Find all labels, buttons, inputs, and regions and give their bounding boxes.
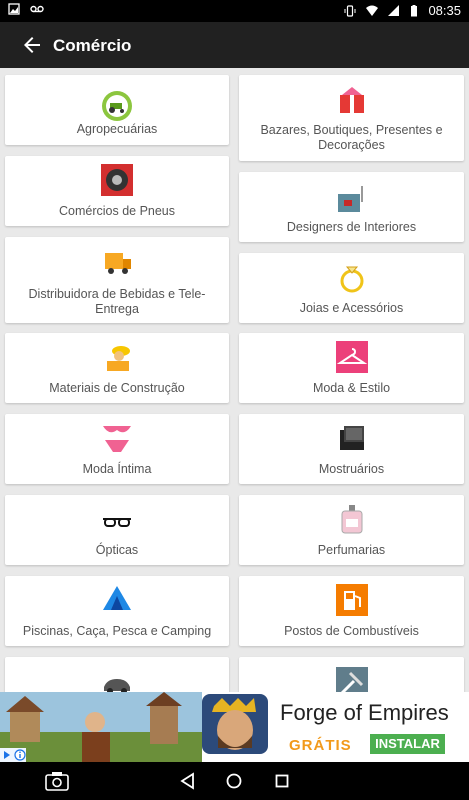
fuel-pump-icon [335, 584, 368, 616]
category-card-piscinas-caca-pesca-camping[interactable]: Piscinas, Caça, Pesca e Camping [5, 576, 229, 646]
status-bar: 08:35 [0, 0, 469, 22]
ad-banner[interactable]: Forge of Empires GRÁTIS INSTALAR [0, 692, 469, 762]
category-card-agropecuarias[interactable]: Agropecuárias [5, 75, 229, 145]
category-card-mostruarios[interactable]: Mostruários [239, 414, 464, 484]
ring-icon [340, 266, 363, 293]
category-grid: Agropecuárias Comércios de Pneus Distrib… [0, 68, 469, 692]
category-label: Mostruários [318, 462, 385, 476]
category-label: Perfumarias [317, 543, 386, 557]
ad-title: Forge of Empires [280, 700, 449, 725]
ad-free-label: GRÁTIS [289, 737, 352, 754]
hanger-icon [335, 341, 368, 373]
category-card-joias-e-acessorios[interactable]: Joias e Acessórios [239, 253, 464, 323]
category-card-bazares-boutiques[interactable]: Bazares, Boutiques, Presentes e Decoraçõ… [239, 75, 464, 161]
nav-back-icon[interactable] [178, 771, 198, 791]
category-card-designers-de-interiores[interactable]: Designers de Interiores [239, 172, 464, 242]
interior-room-icon [337, 186, 363, 212]
category-label: Agropecuárias [76, 122, 158, 136]
gift-box-icon [339, 87, 364, 113]
category-label: Postos de Combustíveis [284, 624, 419, 638]
vibrate-icon [344, 4, 356, 17]
tractor-icon [102, 91, 132, 121]
category-card-moda-intima[interactable]: Moda Íntima [5, 414, 229, 484]
category-label: Designers de Interiores [286, 220, 417, 234]
ad-install-button[interactable]: INSTALAR [370, 734, 445, 754]
category-label: Materiais de Construção [49, 381, 185, 395]
status-time: 08:35 [428, 3, 461, 18]
category-label: Moda & Estilo [312, 381, 391, 395]
app-bar: Comércio [0, 22, 469, 68]
back-arrow-icon[interactable] [20, 33, 44, 57]
battery-icon [411, 4, 418, 16]
ad-info-icon[interactable] [0, 748, 26, 762]
category-card-ferramentas[interactable] [239, 657, 464, 692]
category-card-comercios-de-pneus[interactable]: Comércios de Pneus [5, 156, 229, 226]
tools-icon [335, 667, 368, 692]
category-label: Distribuidora de Bebidas e Tele-Entrega [28, 287, 206, 316]
game-scene-image [0, 692, 202, 762]
category-card-perfumarias[interactable]: Perfumarias [239, 495, 464, 565]
page-title: Comércio [53, 36, 132, 55]
nav-home-icon[interactable] [224, 771, 244, 791]
category-card-materiais-de-construcao[interactable]: Materiais de Construção [5, 333, 229, 403]
nav-recents-icon[interactable] [272, 771, 292, 791]
car-icon [104, 679, 130, 692]
category-card-opticas[interactable]: Ópticas [5, 495, 229, 565]
category-card-veiculos[interactable] [5, 657, 229, 692]
category-label: Piscinas, Caça, Pesca e Camping [22, 624, 212, 638]
category-card-postos-de-combustiveis[interactable]: Postos de Combustíveis [239, 576, 464, 646]
glasses-icon [103, 518, 131, 527]
category-label: Comércios de Pneus [58, 204, 176, 218]
navigation-bar [0, 762, 469, 800]
category-label: Moda Íntima [82, 462, 152, 476]
tire-icon [101, 164, 133, 196]
category-label: Bazares, Boutiques, Presentes e Decoraçõ… [260, 123, 443, 152]
signal-icon [388, 4, 400, 16]
wifi-icon [366, 5, 379, 16]
perfume-icon [341, 505, 362, 534]
category-label: Joias e Acessórios [299, 301, 404, 315]
screenshot-camera-icon[interactable] [45, 771, 69, 791]
voicemail-icon [30, 5, 44, 13]
category-card-moda-e-estilo[interactable]: Moda & Estilo [239, 333, 464, 403]
image-notification-icon [8, 3, 20, 15]
game-hero-image [202, 694, 268, 754]
category-label: Ópticas [95, 543, 139, 557]
display-case-icon [339, 426, 364, 450]
tent-icon [103, 586, 131, 610]
delivery-icon [105, 253, 131, 274]
lingerie-icon [103, 426, 131, 452]
construction-worker-icon [107, 346, 130, 371]
category-card-distribuidora-de-bebidas[interactable]: Distribuidora de Bebidas e Tele-Entrega [5, 237, 229, 323]
